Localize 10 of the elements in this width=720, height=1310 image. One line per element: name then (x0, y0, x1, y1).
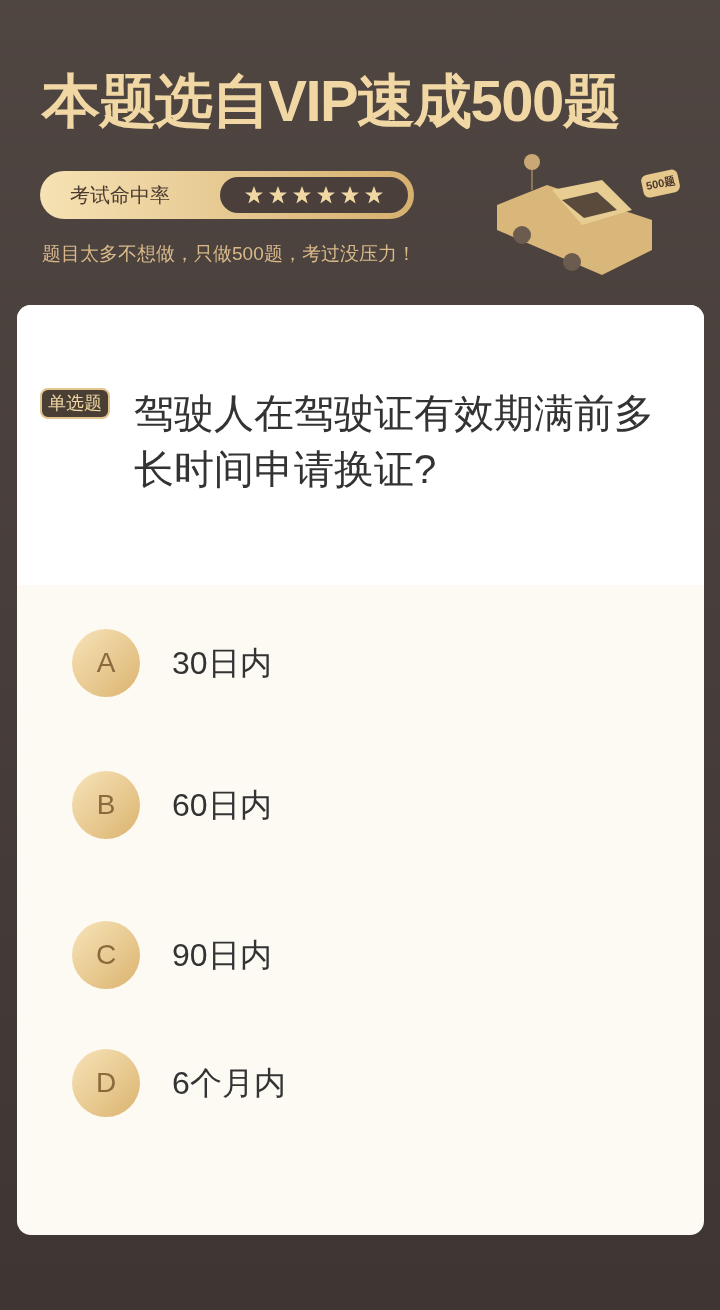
speech-bubble: 500题 (640, 168, 682, 199)
question-type-tag: 单选题 (40, 388, 110, 419)
option-text[interactable]: 60日内 (172, 771, 272, 839)
banner-title: 本题选自VIP速成500题 (42, 72, 620, 130)
option-text[interactable]: 90日内 (172, 921, 272, 989)
option-text[interactable]: 6个月内 (172, 1049, 286, 1117)
hit-rate-label: 考试命中率 (70, 183, 171, 208)
option-text[interactable]: 30日内 (172, 629, 272, 697)
banner-subtitle: 题目太多不想做，只做500题，考过没压力！ (42, 242, 416, 266)
question-text: 驾驶人在驾驶证有效期满前多长时间申请换证? (134, 390, 655, 493)
